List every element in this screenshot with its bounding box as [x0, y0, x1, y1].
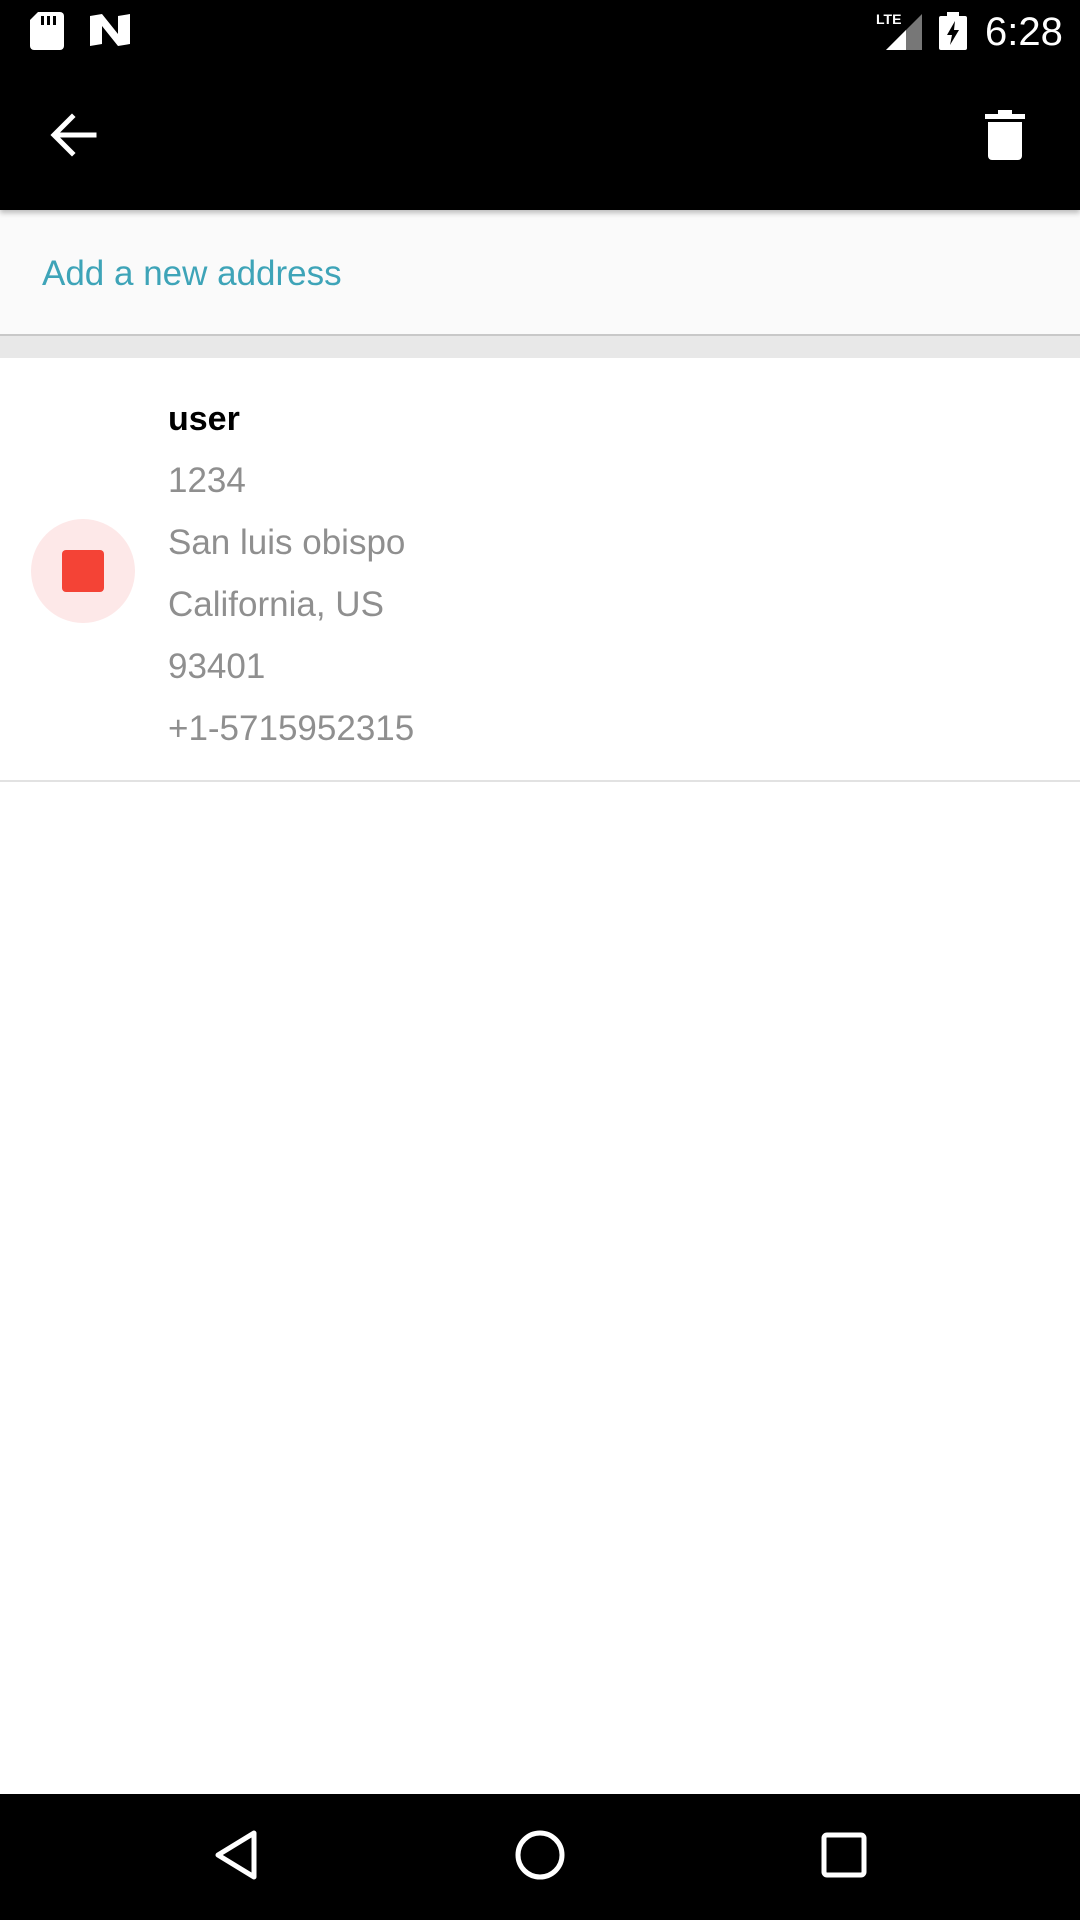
- section-divider: [0, 336, 1080, 358]
- nav-back-button[interactable]: [196, 1817, 276, 1897]
- add-new-address-link[interactable]: Add a new address: [42, 254, 342, 294]
- address-zip: 93401: [168, 647, 266, 686]
- arrow-back-icon: [48, 112, 98, 162]
- system-nav-bar: [0, 1794, 1080, 1920]
- nav-back-icon: [212, 1829, 260, 1886]
- trash-icon: [985, 109, 1025, 165]
- n-notification-icon: [88, 12, 132, 53]
- sd-card-icon: [30, 12, 64, 55]
- status-clock: 6:28: [985, 10, 1063, 54]
- address-city: San luis obispo: [168, 523, 406, 562]
- address-list-item[interactable]: user 1234 San luis obispo California, US…: [0, 358, 1080, 782]
- svg-text:LTE: LTE: [876, 11, 901, 27]
- delete-button[interactable]: [960, 97, 1050, 177]
- battery-charging-icon: [939, 12, 967, 55]
- address-phone: +1-5715952315: [168, 709, 415, 748]
- address-details: user 1234 San luis obispo California, US…: [168, 388, 414, 760]
- nav-recents-icon: [820, 1831, 868, 1884]
- app-toolbar: [0, 63, 1080, 210]
- back-button[interactable]: [28, 97, 118, 177]
- address-street: 1234: [168, 461, 246, 500]
- address-select-radio[interactable]: [31, 519, 135, 623]
- nav-home-icon: [514, 1829, 566, 1886]
- nav-recents-button[interactable]: [804, 1817, 884, 1897]
- nav-home-button[interactable]: [500, 1817, 580, 1897]
- lte-signal-icon: LTE: [876, 10, 924, 57]
- address-name: user: [168, 400, 240, 438]
- selected-square-icon: [62, 550, 104, 592]
- add-address-row[interactable]: Add a new address: [0, 210, 1080, 336]
- status-bar: LTE 6:28: [0, 0, 1080, 63]
- address-region: California, US: [168, 585, 384, 624]
